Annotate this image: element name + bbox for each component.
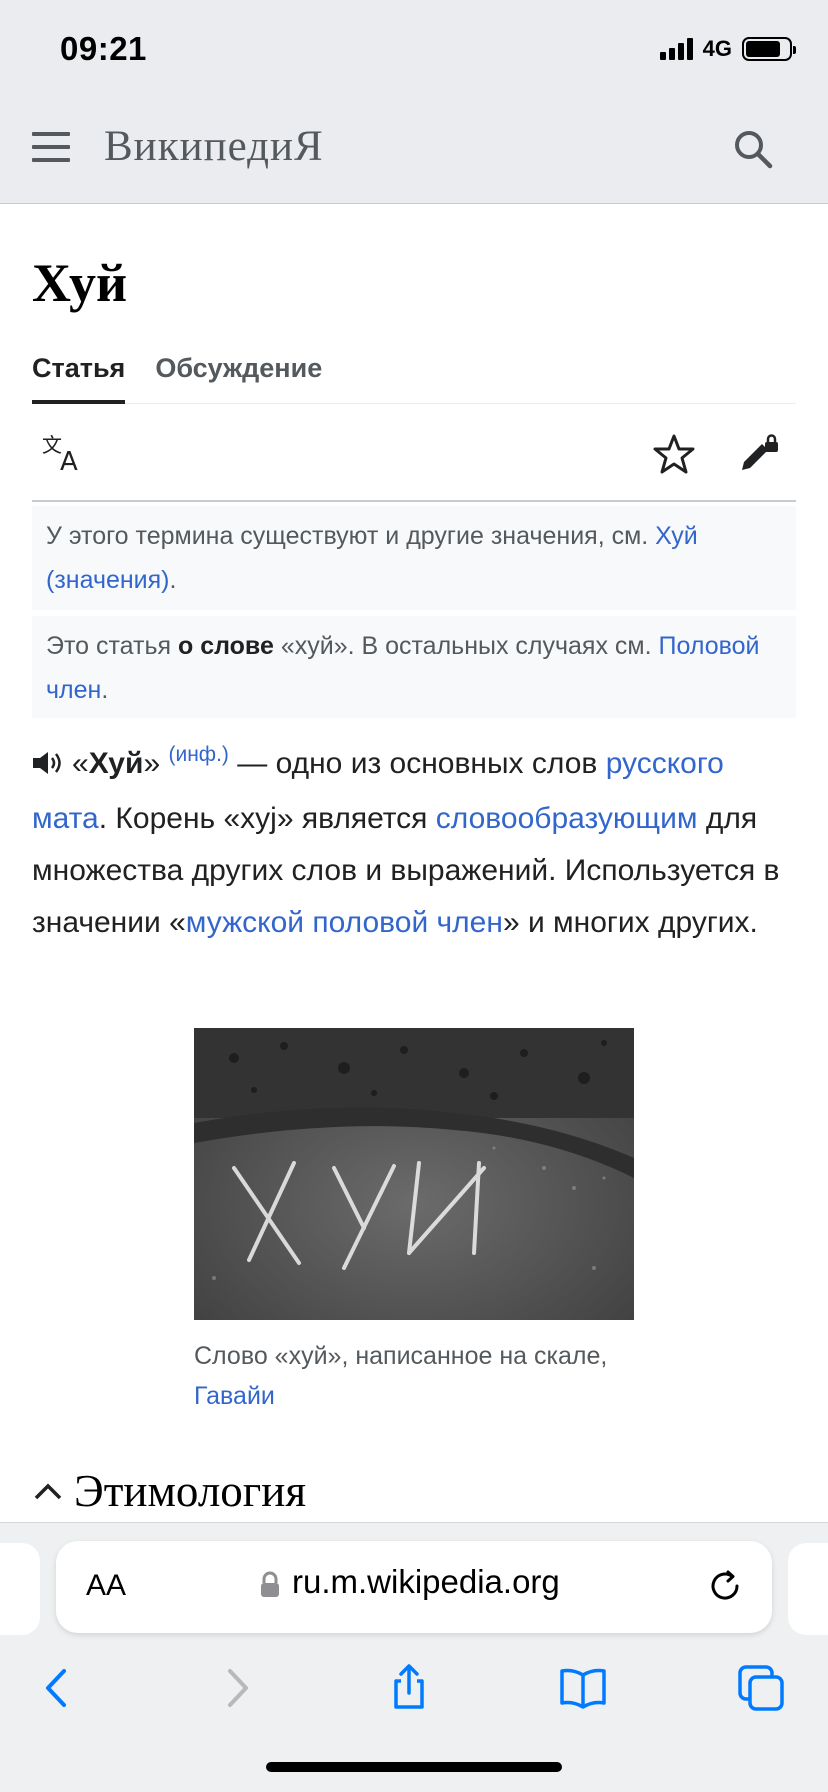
hatnote-text: Это статья bbox=[46, 632, 178, 660]
hatnote-about: Это статья о слове «хуй». В остальных сл… bbox=[32, 616, 796, 718]
chevron-up-icon bbox=[34, 1483, 62, 1500]
intro-text: » и многих других. bbox=[502, 906, 758, 939]
figure-image[interactable] bbox=[194, 1028, 634, 1320]
hatnote-bold: о слове bbox=[177, 632, 274, 660]
hatnote-text: «хуй». В остальных случаях см. bbox=[273, 632, 659, 660]
menu-icon[interactable] bbox=[32, 132, 70, 164]
star-icon[interactable] bbox=[652, 432, 696, 476]
home-indicator bbox=[266, 1762, 562, 1772]
page-actions: 文 A bbox=[32, 404, 796, 502]
bookmarks-icon[interactable] bbox=[558, 1663, 608, 1713]
language-icon[interactable]: 文 A bbox=[42, 434, 86, 474]
url-text[interactable]: ru.m.wikipedia.org bbox=[292, 1563, 560, 1601]
quote-mark: » bbox=[143, 747, 161, 780]
male-penis-link[interactable]: мужской половой член bbox=[186, 906, 503, 939]
site-header: ВикипедиЯ bbox=[0, 96, 828, 204]
forward-icon[interactable] bbox=[212, 1663, 262, 1713]
term-bold: Хуй bbox=[88, 747, 144, 780]
hawaii-link[interactable]: Гавайи bbox=[194, 1382, 275, 1410]
rock-photo bbox=[194, 1028, 634, 1320]
audio-info-link[interactable]: (инф.) bbox=[168, 743, 228, 766]
speaker-icon[interactable] bbox=[32, 750, 66, 776]
section-title: Этимология bbox=[74, 1466, 307, 1516]
wikipedia-logo[interactable]: ВикипедиЯ bbox=[104, 122, 324, 171]
intro-text: . Корень «xyj» является bbox=[98, 802, 436, 835]
word-formation-link[interactable]: словообразующим bbox=[436, 802, 698, 835]
status-indicators: 4G bbox=[659, 36, 796, 62]
tabs-icon[interactable] bbox=[736, 1663, 786, 1713]
browser-bar: AA ru.m.wikipedia.org bbox=[0, 1522, 828, 1792]
previous-tab-preview[interactable] bbox=[0, 1543, 40, 1635]
intro-text: — одно из основных слов bbox=[228, 747, 606, 780]
share-icon[interactable] bbox=[384, 1663, 434, 1713]
back-icon[interactable] bbox=[32, 1663, 82, 1713]
browser-toolbar bbox=[0, 1653, 828, 1733]
reader-settings-button[interactable]: AA bbox=[86, 1569, 126, 1603]
tab-article[interactable]: Статья bbox=[32, 350, 126, 404]
next-tab-preview[interactable] bbox=[788, 1543, 828, 1635]
signal-icon bbox=[659, 38, 693, 60]
status-bar: 09:21 4G bbox=[0, 0, 828, 96]
search-icon[interactable] bbox=[732, 128, 774, 170]
svg-text:A: A bbox=[60, 447, 78, 474]
figure-caption: Слово «хуй», написанное на скале, Гавайи bbox=[194, 1336, 634, 1416]
lock-icon bbox=[261, 1571, 279, 1597]
page-title: Хуй bbox=[32, 253, 128, 313]
hatnote-disambiguation: У этого термина существуют и другие знач… bbox=[32, 506, 796, 610]
battery-icon bbox=[742, 37, 796, 61]
edit-lock-icon[interactable] bbox=[738, 432, 782, 476]
tab-talk[interactable]: Обсуждение bbox=[155, 350, 322, 404]
hatnote-tail: . bbox=[101, 676, 109, 704]
hatnote-tail: . bbox=[169, 566, 177, 594]
section-etymology[interactable]: Этимология bbox=[32, 1460, 306, 1522]
reload-icon[interactable] bbox=[706, 1567, 744, 1605]
page-tabs: Статья Обсуждение bbox=[32, 350, 796, 404]
address-bar[interactable]: AA ru.m.wikipedia.org bbox=[56, 1541, 772, 1633]
status-time: 09:21 bbox=[60, 30, 147, 67]
quote-mark: « bbox=[72, 747, 89, 780]
hatnote-text: У этого термина существуют и другие знач… bbox=[46, 522, 656, 550]
svg-text:文: 文 bbox=[42, 434, 62, 457]
intro-paragraph: «Хуй» (инф.) — одно из основных слов рус… bbox=[32, 738, 802, 949]
network-label: 4G bbox=[702, 36, 732, 61]
caption-text: Слово «хуй», написанное на скале, bbox=[194, 1342, 608, 1370]
